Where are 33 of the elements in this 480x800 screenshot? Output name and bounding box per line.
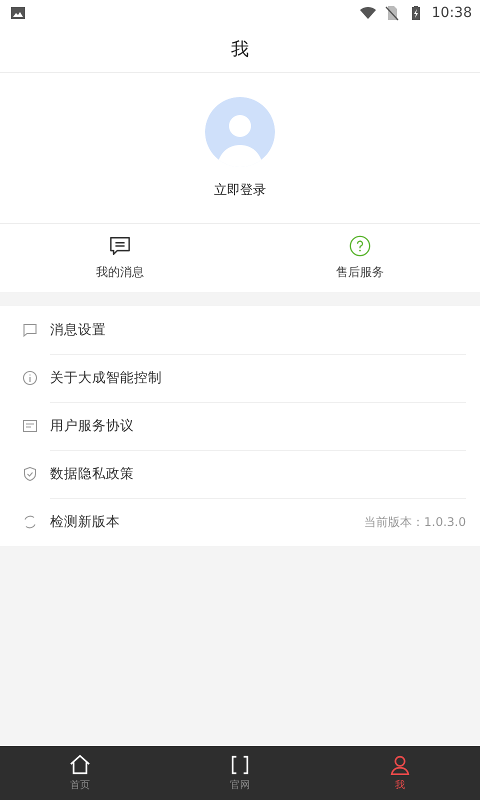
document-icon (22, 418, 38, 434)
chat-icon (22, 322, 38, 338)
quick-action[interactable]: 售后服务 (240, 224, 480, 292)
nav-tab[interactable]: 官网 (160, 746, 320, 800)
refresh-icon (22, 514, 38, 530)
menu-label: 检测新版本 (50, 513, 121, 531)
home-icon (69, 754, 91, 776)
menu-item[interactable]: 关于大成智能控制 (22, 354, 480, 402)
image-icon (10, 5, 26, 21)
help-icon (349, 235, 371, 257)
menu-item[interactable]: 检测新版本 当前版本：1.0.3.0 (22, 498, 480, 546)
nav-tab[interactable]: 我 (320, 746, 480, 800)
menu-label: 消息设置 (50, 320, 107, 338)
login-link[interactable]: 立即登录 (214, 181, 266, 199)
menu-item[interactable]: 数据隐私政策 (22, 450, 480, 498)
clock-time: 10:38 (432, 5, 472, 21)
user-icon (389, 754, 411, 776)
menu-label: 数据隐私政策 (50, 464, 135, 482)
menu-item[interactable]: 用户服务协议 (22, 402, 480, 450)
wifi-icon (360, 5, 376, 21)
nav-tab[interactable]: 首页 (0, 746, 160, 800)
no-sim-icon (384, 5, 400, 21)
avatar[interactable] (205, 97, 275, 167)
menu-label: 用户服务协议 (50, 416, 135, 434)
quick-action[interactable]: 我的消息 (0, 224, 240, 292)
shield-icon (22, 466, 38, 482)
frame-icon (229, 754, 251, 776)
version-text: 当前版本：1.0.3.0 (364, 514, 466, 530)
info-icon (22, 370, 38, 386)
menu-label: 关于大成智能控制 (50, 368, 163, 386)
message-icon (109, 235, 131, 257)
page-title: 我 (231, 38, 249, 61)
menu-item[interactable]: 消息设置 (22, 306, 480, 354)
